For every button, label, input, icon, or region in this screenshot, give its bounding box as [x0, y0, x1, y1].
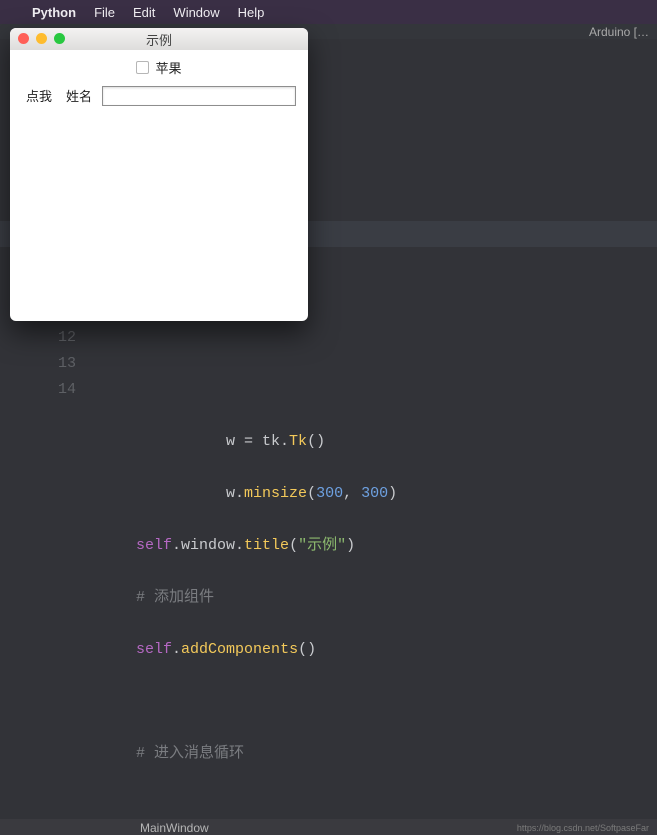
name-label: 姓名 — [66, 86, 92, 105]
menu-file[interactable]: File — [94, 5, 115, 20]
form-row: 点我 姓名 — [22, 85, 296, 106]
ide-top-right-text: Arduino [… — [589, 25, 649, 39]
click-me-button[interactable]: 点我 — [22, 85, 56, 106]
checkbox-row: 苹果 — [22, 58, 296, 77]
line-number: 12 — [0, 325, 76, 351]
name-input[interactable] — [102, 86, 296, 106]
line-number: 14 — [0, 377, 76, 403]
checkbox-label: 苹果 — [155, 58, 181, 77]
status-bar: MainWindow https://blog.csdn.net/Softpas… — [0, 819, 657, 835]
watermark-text: https://blog.csdn.net/SoftpaseFar — [517, 823, 649, 833]
minimize-window-button[interactable] — [36, 33, 47, 44]
traffic-lights — [18, 33, 65, 44]
menu-app[interactable]: Python — [32, 5, 76, 20]
macos-menubar: Python File Edit Window Help — [0, 0, 657, 24]
zoom-window-button[interactable] — [54, 33, 65, 44]
menu-edit[interactable]: Edit — [133, 5, 155, 20]
window-titlebar[interactable]: 示例 — [10, 28, 308, 50]
menu-help[interactable]: Help — [238, 5, 265, 20]
window-body: 苹果 点我 姓名 — [10, 50, 308, 114]
menu-window[interactable]: Window — [173, 5, 219, 20]
status-text: MainWindow — [140, 821, 209, 835]
apple-checkbox[interactable] — [136, 61, 149, 74]
close-window-button[interactable] — [18, 33, 29, 44]
line-number: 13 — [0, 351, 76, 377]
window-title: 示例 — [146, 30, 172, 49]
tk-window: 示例 苹果 点我 姓名 — [10, 28, 308, 321]
